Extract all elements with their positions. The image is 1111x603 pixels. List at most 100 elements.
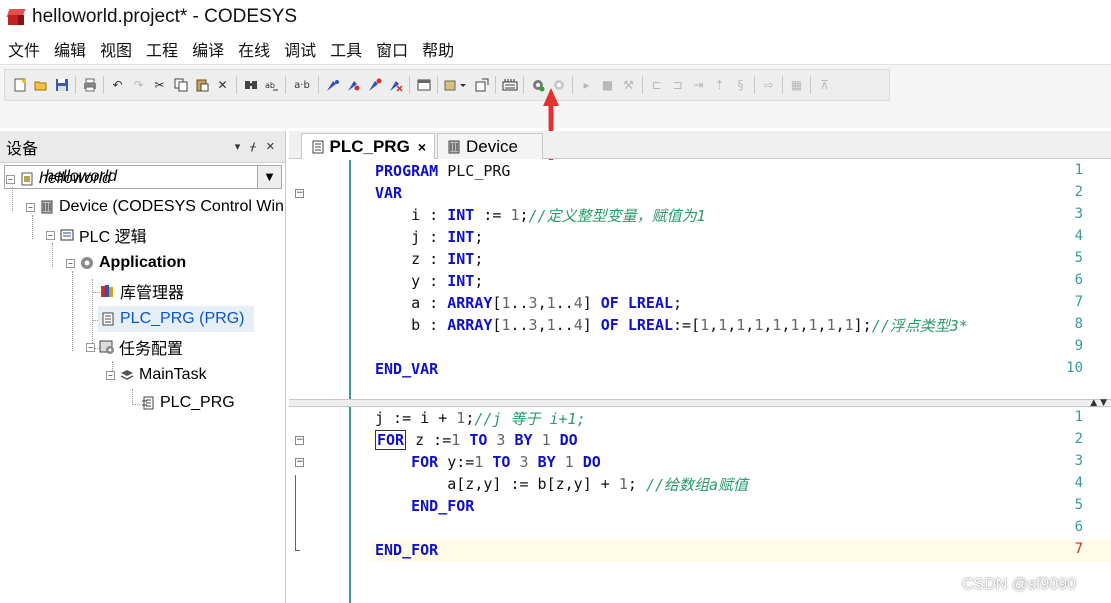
undo-icon[interactable]: ↶ bbox=[109, 77, 126, 94]
bookmark-prev-icon[interactable] bbox=[366, 77, 383, 94]
build-icon[interactable] bbox=[501, 77, 518, 94]
editor-splitter[interactable]: ▲ ▼ bbox=[289, 398, 1111, 408]
code-token: z := bbox=[406, 431, 452, 449]
add-object-icon[interactable] bbox=[443, 77, 469, 94]
code-line[interactable]: PROGRAM PLC_PRG bbox=[375, 160, 510, 182]
code-token: //浮点类型3* bbox=[871, 316, 968, 335]
code-line[interactable]: VAR bbox=[375, 182, 402, 204]
tree-item-library-manager[interactable]: 库管理器 bbox=[100, 278, 184, 304]
chevron-down-icon[interactable]: ▼ bbox=[257, 166, 281, 188]
tab-device[interactable]: Device bbox=[437, 133, 543, 159]
tree-item-maintask[interactable]: − MainTask bbox=[106, 362, 207, 388]
code-token: i : bbox=[375, 206, 448, 224]
copy-icon[interactable] bbox=[172, 77, 189, 94]
code-line[interactable]: END_FOR bbox=[375, 495, 474, 517]
tree-item-plc-prg[interactable]: PLC_PRG (PRG) bbox=[98, 306, 254, 332]
write-icon[interactable]: ⇨ bbox=[760, 77, 777, 94]
collapse-icon[interactable]: − bbox=[26, 202, 35, 212]
tree-item-task-config[interactable]: − 任务配置 bbox=[86, 334, 183, 360]
start-icon[interactable]: ▸ bbox=[578, 77, 595, 94]
menu-help[interactable]: 帮助 bbox=[422, 37, 454, 61]
force-icon[interactable]: ▦ bbox=[788, 77, 805, 94]
ab-icon[interactable]: a·b bbox=[291, 77, 313, 94]
code-line[interactable]: FOR y:= 1 TO 3 BY 1 DO bbox=[375, 451, 601, 473]
code-line[interactable]: b : ARRAY[1.. 3, 1.. 4] OF LREAL:=[1, 1, 1, 1,… bbox=[375, 314, 968, 336]
code-line[interactable]: a[z,y] := b[z,y] + 1; //给数组a赋值 bbox=[375, 473, 748, 495]
code-line[interactable]: END_FOR bbox=[375, 539, 438, 561]
code-line[interactable]: y : INT; bbox=[375, 270, 483, 292]
step-over-icon[interactable]: ⊏ bbox=[648, 77, 665, 94]
code-line[interactable]: z : INT; bbox=[375, 248, 483, 270]
menu-file[interactable]: 文件 bbox=[8, 37, 40, 61]
redo-icon[interactable]: ↷ bbox=[130, 77, 147, 94]
tab-plc-prg[interactable]: PLC_PRG × bbox=[301, 133, 435, 159]
code-token: , bbox=[745, 316, 755, 334]
code-token: 3 bbox=[496, 431, 506, 449]
tree-item-device[interactable]: − Device (CODESYS Control Win bbox=[26, 194, 284, 220]
code-token: y : bbox=[375, 272, 448, 290]
menu-window[interactable]: 窗口 bbox=[376, 37, 408, 61]
collapse-icon[interactable]: − bbox=[46, 230, 55, 240]
close-icon[interactable]: × bbox=[418, 139, 426, 155]
tree-item-application[interactable]: − Application bbox=[66, 250, 186, 276]
fold-toggle-icon[interactable]: − bbox=[295, 436, 304, 445]
menu-build[interactable]: 编译 bbox=[192, 37, 224, 61]
code-token: 3 bbox=[528, 294, 538, 312]
code-line[interactable]: j := i + 1;//j 等于 i+1; bbox=[375, 407, 586, 429]
code-line[interactable]: a : ARRAY[1.. 3, 1.. 4] OF LREAL; bbox=[375, 292, 682, 314]
collapse-icon[interactable]: − bbox=[66, 258, 75, 268]
window-title: helloworld.project* - CODESYS bbox=[32, 6, 298, 27]
bookmark-clear-icon[interactable] bbox=[387, 77, 404, 94]
code-line[interactable]: END_VAR bbox=[375, 358, 438, 380]
window-icon[interactable] bbox=[415, 77, 432, 94]
program-icon bbox=[100, 311, 116, 327]
tree-item-project[interactable]: − helloworld bbox=[6, 166, 111, 192]
code-line[interactable]: j : INT; bbox=[375, 226, 483, 248]
menu-tools[interactable]: 工具 bbox=[330, 37, 362, 61]
implementation-editor[interactable]: 1 2 3 4 5 6 7− − j := i + 1;//j 等于 i+1; FOR z := 1… bbox=[289, 407, 1111, 603]
bookmark-next-icon[interactable] bbox=[345, 77, 362, 94]
code-line[interactable]: FOR z := 1 TO 3 BY 1 DO bbox=[375, 429, 578, 451]
code-line[interactable]: i : INT := 1;//定义整型变量，赋值为1 bbox=[375, 204, 706, 226]
menu-view[interactable]: 视图 bbox=[100, 37, 132, 61]
menu-online[interactable]: 在线 bbox=[238, 37, 270, 61]
collapse-icon[interactable]: − bbox=[6, 174, 15, 184]
fold-toggle-icon[interactable]: − bbox=[295, 458, 304, 467]
show-next-icon[interactable]: § bbox=[732, 77, 749, 94]
reset-icon[interactable]: ⚒ bbox=[620, 77, 637, 94]
code-token: 3 bbox=[528, 316, 538, 334]
menu-project[interactable]: 工程 bbox=[146, 37, 178, 61]
menu-edit[interactable]: 编辑 bbox=[54, 37, 86, 61]
delete-icon[interactable]: ✕ bbox=[214, 77, 231, 94]
close-icon[interactable]: ✕ bbox=[266, 140, 275, 153]
cut-icon[interactable]: ✂ bbox=[151, 77, 168, 94]
panel-menu-icon[interactable]: ▾ bbox=[235, 140, 241, 153]
save-icon[interactable] bbox=[53, 77, 70, 94]
code-token: 1 bbox=[456, 409, 466, 427]
menu-debug[interactable]: 调试 bbox=[284, 37, 316, 61]
declaration-editor[interactable]: 1 2 3 4 5 6 7 8 9 10 − PROGRAM PLC_PRG VAR i : INT :… bbox=[289, 160, 1111, 399]
open-icon[interactable] bbox=[32, 77, 49, 94]
tree-item-label: MainTask bbox=[139, 366, 207, 383]
collapse-icon[interactable]: − bbox=[106, 370, 115, 380]
paste-icon[interactable] bbox=[193, 77, 210, 94]
set-next-icon[interactable]: ⇡ bbox=[711, 77, 728, 94]
code-token: , bbox=[799, 316, 809, 334]
collapse-icon[interactable]: − bbox=[86, 342, 95, 352]
tree-item-plc-prg-call[interactable]: PLC_PRG bbox=[140, 390, 235, 416]
stop-icon[interactable]: ■ bbox=[599, 77, 616, 94]
new-icon[interactable] bbox=[11, 77, 28, 94]
pin-icon[interactable]: ᚋ bbox=[250, 140, 255, 153]
fold-toggle-icon[interactable]: − bbox=[295, 189, 304, 198]
step-into-icon[interactable]: ⊐ bbox=[669, 77, 686, 94]
cart-icon[interactable]: ⊼ bbox=[816, 77, 833, 94]
bookmark-icon[interactable] bbox=[324, 77, 341, 94]
print-icon[interactable] bbox=[81, 77, 98, 94]
tree-item-plc-logic[interactable]: − PLC 逻辑 bbox=[46, 222, 147, 248]
step-out-icon[interactable]: ⇥ bbox=[690, 77, 707, 94]
find-icon[interactable] bbox=[242, 77, 259, 94]
export-icon[interactable] bbox=[473, 77, 490, 94]
replace-icon[interactable]: ab bbox=[263, 77, 280, 94]
